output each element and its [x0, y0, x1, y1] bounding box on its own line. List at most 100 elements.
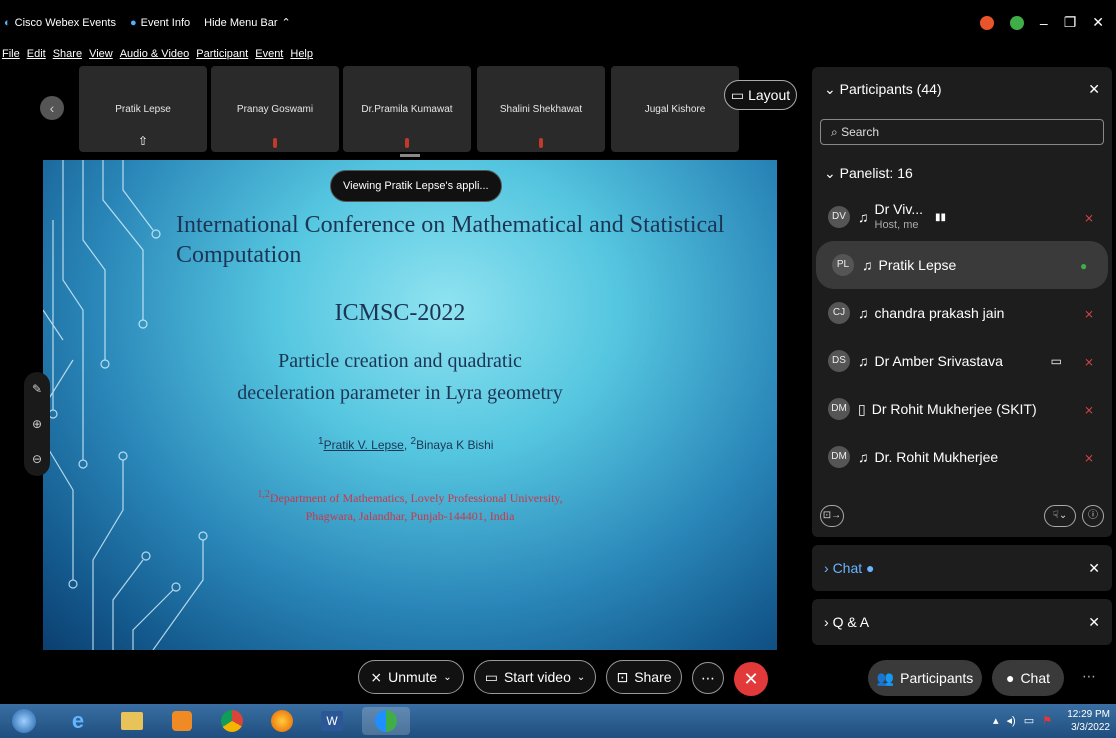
chat-button[interactable]: ● Chat	[992, 660, 1064, 696]
zoom-in-icon[interactable]: ⊕	[32, 417, 42, 431]
chevron-right-icon: ›	[824, 614, 829, 630]
muted-mic-icon	[273, 138, 277, 148]
ie-taskbar-button[interactable]: e	[58, 707, 98, 735]
avatar: DM	[828, 398, 850, 420]
participants-button[interactable]: 👥 Participants	[868, 660, 982, 696]
hide-menu-bar-button[interactable]: Hide Menu Bar ⌃	[204, 16, 291, 30]
participant-row[interactable]: DM ▯ Dr Rohit Mukherjee (SKIT) ⨯	[812, 385, 1112, 433]
search-input[interactable]: ⌕ Search	[820, 119, 1104, 145]
unread-dot-icon: ●	[866, 560, 875, 576]
video-tile[interactable]: Jugal Kishore	[611, 66, 739, 152]
action-center-icon[interactable]: ⚑	[1042, 714, 1052, 727]
start-video-button[interactable]: ▭ Start video ⌄	[474, 660, 596, 694]
webex-taskbar-button[interactable]	[362, 707, 410, 735]
close-icon: ✕	[743, 669, 759, 689]
participant-row[interactable]: PL ♫ Pratik Lepse ●	[816, 241, 1108, 289]
firefox-taskbar-button[interactable]	[262, 707, 302, 735]
volume-icon[interactable]: ◂)	[1007, 714, 1016, 727]
menu-help[interactable]: Help	[290, 48, 313, 60]
explorer-taskbar-button[interactable]	[112, 707, 152, 735]
chrome-taskbar-button[interactable]	[212, 707, 252, 735]
minimize-icon[interactable]: –	[1040, 15, 1048, 31]
search-icon: ⌕	[831, 125, 838, 139]
video-tile[interactable]: Pratik Lepse ⇧	[79, 66, 207, 152]
word-taskbar-button[interactable]: W	[312, 707, 352, 735]
participant-row[interactable]: DS ♫ Dr Amber Srivastava ▭ ⨯	[812, 337, 1112, 385]
unmute-button[interactable]: ⨯ Unmute ⌄	[358, 660, 464, 694]
headset-icon: ♫	[862, 257, 873, 273]
chevron-up-icon: ⌃	[281, 17, 291, 29]
avatar: DM	[828, 446, 850, 468]
app-title: ◐ Cisco Webex Events	[4, 16, 116, 29]
video-tile[interactable]: Dr.Pramila Kumawat	[343, 66, 471, 152]
qa-section-header[interactable]: › Q & A ✕	[812, 599, 1112, 645]
muted-mic-icon	[405, 138, 409, 148]
chat-section-header[interactable]: › Chat ● ✕	[812, 545, 1112, 591]
muted-mic-icon[interactable]: ⨯	[1084, 451, 1094, 465]
muted-mic-icon[interactable]: ⨯	[1084, 403, 1094, 417]
tray-expand-icon[interactable]: ▴	[993, 714, 999, 727]
close-chat-icon[interactable]: ✕	[1088, 560, 1100, 577]
strip-resize-handle[interactable]	[400, 154, 420, 157]
chevron-down-icon: ⌄	[576, 671, 586, 683]
mic-on-icon[interactable]: ●	[1080, 259, 1090, 273]
participants-header[interactable]: ⌄ Participants (44) ✕	[812, 67, 1112, 111]
avatar: DS	[828, 350, 850, 372]
panelist-section-header[interactable]: ⌄ Panelist: 16	[812, 153, 1112, 193]
viewing-banner: Viewing Pratik Lepse's appli...	[330, 170, 502, 202]
participant-row[interactable]: DM ♫ Dr. Rohit Mukherjee ⨯	[812, 433, 1112, 481]
close-panel-icon[interactable]: ✕	[1088, 81, 1100, 98]
start-button[interactable]	[4, 707, 44, 735]
more-info-button[interactable]: ⓘ	[1082, 505, 1104, 527]
strip-prev-button[interactable]: ‹	[40, 96, 64, 120]
muted-mic-icon[interactable]: ⨯	[1084, 355, 1094, 369]
zoom-out-icon[interactable]: ⊖	[32, 452, 42, 466]
participant-row[interactable]: CJ ♫ chandra prakash jain ⨯	[812, 289, 1112, 337]
close-qa-icon[interactable]: ✕	[1088, 614, 1100, 631]
invite-button[interactable]: ⊡→	[820, 505, 844, 527]
media-player-icon	[172, 711, 192, 731]
video-icon: ▭	[1050, 354, 1062, 368]
menu-audio-video[interactable]: Audio & Video	[120, 48, 190, 60]
event-info-button[interactable]: ● Event Info	[130, 17, 190, 29]
menu-edit[interactable]: Edit	[27, 48, 46, 60]
close-icon[interactable]: ✕	[1092, 14, 1104, 31]
annotate-icon[interactable]: ✎	[32, 382, 42, 396]
video-tile[interactable]: Shalini Shekhawat	[477, 66, 605, 152]
participants-panel: ⌄ Participants (44) ✕ ⌕ Search ⌄ Panelis…	[812, 67, 1112, 645]
avatar: PL	[832, 254, 854, 276]
raise-hand-button[interactable]: ☟⌄	[1044, 505, 1076, 527]
menu-file[interactable]: File	[2, 48, 20, 60]
layout-button[interactable]: ▭ Layout	[724, 80, 797, 110]
phone-icon: ▯	[858, 400, 866, 417]
webex-logo-icon: ◐	[4, 16, 11, 29]
menu-event[interactable]: Event	[255, 48, 283, 60]
participant-row[interactable]: DV ♫ Dr Viv... Host, me ▮▮ ⨯	[812, 193, 1112, 241]
system-tray: ▴ ◂) ▭ ⚑	[993, 714, 1052, 727]
webex-icon	[375, 710, 397, 732]
video-tile[interactable]: Pranay Goswami	[211, 66, 339, 152]
chevron-down-icon: ⌄	[824, 80, 836, 97]
chevron-down-icon: ⌄	[824, 164, 836, 181]
participants-icon: 👥	[876, 669, 895, 686]
menu-share[interactable]: Share	[53, 48, 82, 60]
audio-level-icon: ▮▮	[935, 211, 947, 223]
more-icon[interactable]: ⋯	[1082, 668, 1096, 685]
participant-strip: Pratik Lepse ⇧ Pranay Goswami Dr.Pramila…	[0, 66, 808, 154]
muted-mic-icon[interactable]: ⨯	[1084, 307, 1094, 321]
leave-meeting-button[interactable]: ✕	[734, 662, 768, 696]
media-player-taskbar-button[interactable]	[162, 707, 202, 735]
share-button[interactable]: ⊡ Share	[606, 660, 682, 694]
network-icon[interactable]: ▭	[1024, 714, 1034, 727]
paper-title-line2: deceleration parameter in Lyra geometry	[237, 382, 563, 404]
more-options-button[interactable]: ⋯	[692, 662, 724, 694]
slide-title: International Conference on Mathematical…	[176, 212, 725, 268]
restore-icon[interactable]: ❐	[1064, 14, 1077, 31]
clock[interactable]: 12:29 PM 3/3/2022	[1067, 708, 1110, 734]
avatar: DV	[828, 206, 850, 228]
muted-mic-icon[interactable]: ⨯	[1084, 211, 1094, 225]
word-icon: W	[321, 711, 343, 731]
menu-participant[interactable]: Participant	[196, 48, 248, 60]
video-off-icon: ▭	[484, 668, 498, 685]
menu-view[interactable]: View	[89, 48, 113, 60]
